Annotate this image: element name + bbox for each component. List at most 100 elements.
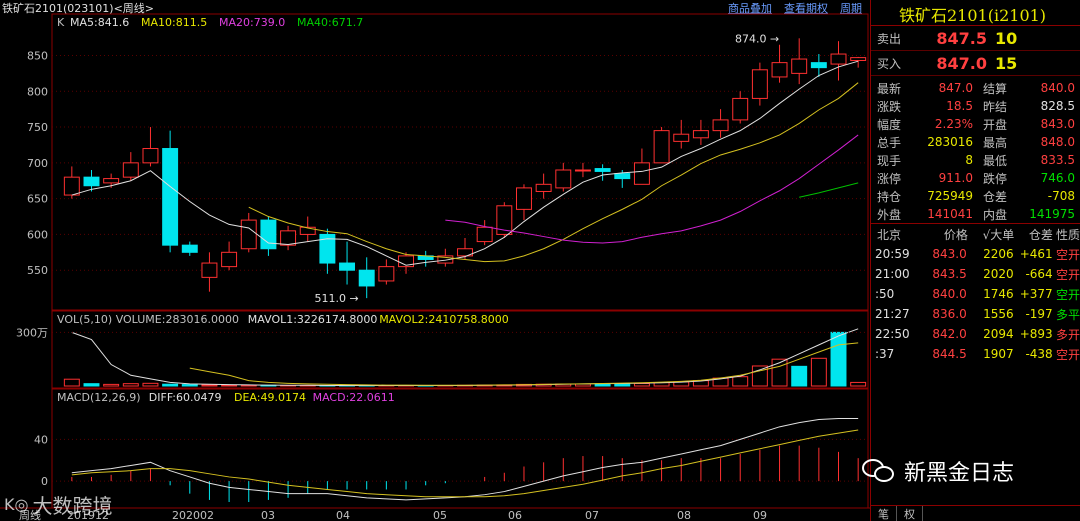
quote-stat-row: 总手 283016 最高 848.0 bbox=[871, 133, 1080, 151]
candle-body bbox=[221, 251, 238, 268]
tick-oi-change: +377 bbox=[1019, 287, 1053, 301]
price-tick-label: 650 bbox=[27, 193, 48, 206]
tick-list: 20:59 843.0 2206 +461 空开 21:00 843.5 2020 -664 空开… bbox=[871, 244, 1080, 364]
tick-time: 22:50 bbox=[875, 327, 910, 341]
candle-body bbox=[712, 119, 729, 132]
tick-price: 842.0 bbox=[932, 327, 967, 341]
tick-header-price: 价格 bbox=[943, 227, 968, 242]
tick-header-nature: 性质 bbox=[1055, 227, 1080, 242]
tab-rights[interactable]: 权 bbox=[897, 506, 923, 521]
quote-stat-row: 持仓 725949 仓差 -708 bbox=[871, 187, 1080, 205]
stat-label: 涨跌 bbox=[877, 99, 902, 114]
price-tick-label: 850 bbox=[27, 49, 48, 62]
watermark-left-text: 大数跨境 bbox=[32, 494, 113, 518]
stat-value-2: 833.5 bbox=[1040, 153, 1075, 167]
candle-body bbox=[240, 219, 257, 250]
quote-stat-row: 涨停 911.0 跌停 746.0 bbox=[871, 169, 1080, 187]
volume-bar bbox=[142, 382, 159, 387]
candle-body bbox=[574, 169, 591, 172]
candle-body bbox=[339, 262, 356, 271]
tick-price: 844.5 bbox=[932, 347, 967, 361]
tick-price: 843.5 bbox=[932, 267, 967, 281]
candle-body bbox=[653, 130, 670, 164]
volume-bar bbox=[63, 378, 80, 387]
candle-body bbox=[358, 269, 375, 287]
watermark-left: K◎ 大数跨境 bbox=[4, 490, 112, 519]
vol-legend-item: MAVOL2:2410758.8000 bbox=[379, 313, 509, 326]
price-tick-label: 750 bbox=[27, 121, 48, 134]
tick-oi-change: -664 bbox=[1025, 267, 1053, 281]
chart-svg[interactable]: 850 800 750 700 650 600 550 874.0 → 511.0 → K MA5:… bbox=[0, 0, 870, 521]
stat-value: 8 bbox=[965, 153, 973, 167]
x-axis-label: 09 bbox=[753, 509, 767, 521]
stat-label: 最新 bbox=[877, 81, 902, 96]
candle-body bbox=[83, 176, 100, 187]
stat-label-2: 最低 bbox=[983, 153, 1008, 168]
macd-legend-item: MACD(12,26,9) bbox=[57, 391, 141, 404]
stat-value-2: -708 bbox=[1047, 189, 1075, 203]
candle-body bbox=[633, 162, 650, 185]
tick-volume: 2020 bbox=[983, 267, 1014, 281]
tick-row[interactable]: :37 844.5 1907 -438 空开 bbox=[871, 344, 1080, 364]
stat-value-2: 840.0 bbox=[1040, 81, 1075, 95]
stat-label: 幅度 bbox=[877, 117, 902, 132]
sell-volume: 10 bbox=[995, 28, 1018, 48]
candle-body bbox=[692, 130, 709, 139]
candle-body bbox=[162, 148, 179, 246]
stat-value-2: 746.0 bbox=[1040, 171, 1075, 185]
volume-bar bbox=[751, 365, 768, 387]
x-axis-label: 04 bbox=[336, 509, 350, 521]
stat-label: 总手 bbox=[877, 135, 902, 150]
candle-body bbox=[594, 168, 611, 172]
volume-bar bbox=[162, 383, 179, 387]
buy-volume: 15 bbox=[995, 53, 1018, 73]
stat-label-2: 结算 bbox=[983, 81, 1008, 96]
buy-row[interactable]: 买入 847.0 15 bbox=[871, 51, 1080, 76]
candle-body bbox=[63, 176, 80, 196]
candle-body bbox=[850, 57, 867, 61]
tick-header-big-order[interactable]: √大单 bbox=[968, 226, 1015, 243]
chart-area[interactable]: 铁矿石2101(023101)<周线> 商品叠加 查看期权 周期 850 800 7… bbox=[0, 0, 870, 521]
k-label: K bbox=[57, 16, 65, 29]
tick-row[interactable]: :50 840.0 1746 +377 空开 bbox=[871, 284, 1080, 304]
stat-label: 持仓 bbox=[877, 189, 902, 204]
tick-time: :50 bbox=[875, 287, 895, 301]
tick-row[interactable]: 20:59 843.0 2206 +461 空开 bbox=[871, 244, 1080, 264]
stat-value: 2.23% bbox=[934, 117, 973, 131]
stat-label-2: 最高 bbox=[983, 135, 1008, 150]
price-tick-label: 700 bbox=[27, 157, 48, 170]
volume-bar bbox=[181, 384, 198, 387]
tick-time: 21:00 bbox=[875, 267, 910, 281]
tick-time: 21:27 bbox=[875, 307, 910, 321]
tick-header-time: 北京 bbox=[877, 227, 902, 242]
macd-legend-item: DIFF:60.0479 bbox=[149, 391, 222, 404]
candle-body bbox=[201, 262, 218, 278]
macd-legend-item: MACD:22.0611 bbox=[313, 391, 395, 404]
quote-stat-row: 最新 847.0 结算 840.0 bbox=[871, 79, 1080, 97]
stat-value: 847.0 bbox=[938, 81, 973, 95]
sell-row[interactable]: 卖出 847.5 10 bbox=[871, 26, 1080, 51]
tick-row[interactable]: 21:00 843.5 2020 -664 空开 bbox=[871, 264, 1080, 284]
quote-stat-row: 幅度 2.23% 开盘 843.0 bbox=[871, 115, 1080, 133]
tick-nature: 多平 bbox=[1055, 307, 1080, 322]
volume-bar bbox=[810, 357, 827, 387]
candle-body bbox=[181, 244, 198, 253]
buy-price: 847.0 bbox=[936, 53, 987, 73]
vol-legend-item: VOL(5,10) VOLUME:283016.0000 bbox=[57, 313, 239, 326]
bottom-tabs: 笔 权 bbox=[871, 505, 1080, 521]
volume-bar bbox=[633, 382, 650, 387]
volume-bar bbox=[122, 383, 139, 387]
stat-label-2: 仓差 bbox=[983, 189, 1008, 204]
stat-label: 涨停 bbox=[877, 171, 902, 186]
quote-stat-row: 涨跌 18.5 昨结 828.5 bbox=[871, 97, 1080, 115]
tick-row[interactable]: 21:27 836.0 1556 -197 多平 bbox=[871, 304, 1080, 324]
tick-time: 20:59 bbox=[875, 247, 910, 261]
tick-row[interactable]: 22:50 842.0 2094 +893 多开 bbox=[871, 324, 1080, 344]
ma-legend-item: MA5:841.6 bbox=[70, 16, 129, 29]
x-axis-label: 03 bbox=[261, 509, 275, 521]
tick-nature: 空开 bbox=[1055, 247, 1080, 262]
stat-label: 外盘 bbox=[877, 207, 902, 222]
tab-ticks[interactable]: 笔 bbox=[871, 506, 897, 521]
wechat-icon bbox=[862, 457, 896, 485]
price-tick-label: 600 bbox=[27, 228, 48, 241]
